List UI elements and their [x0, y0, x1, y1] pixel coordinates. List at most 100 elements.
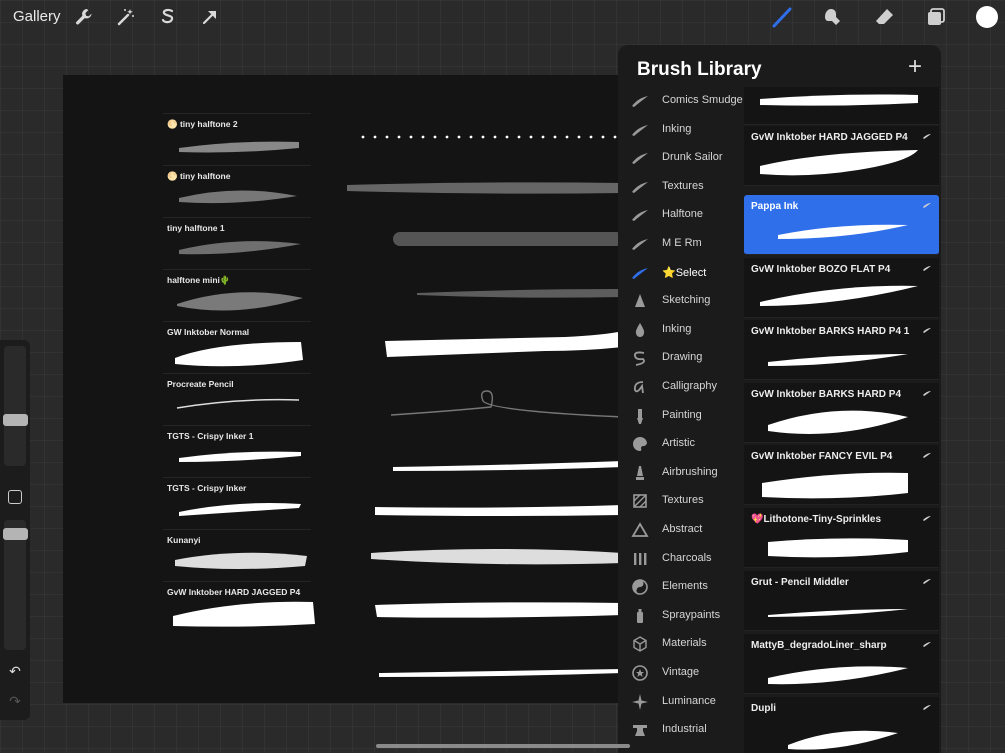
brush-set-label: Drawing: [662, 351, 703, 364]
layers-icon[interactable]: [925, 6, 947, 28]
ink-band: [393, 461, 623, 471]
stroke-preview-icon: [923, 203, 931, 208]
brush-set-item[interactable]: Inking: [618, 116, 744, 144]
brush-card[interactable]: GvW Inktober FANCY EVIL P4: [744, 445, 939, 505]
brush-card[interactable]: GvW Inktober BARKS HARD P4: [744, 383, 939, 443]
pencil-tip-icon: [630, 292, 650, 310]
brush-card[interactable]: Grut - Pencil Middler: [744, 571, 939, 631]
smudge-icon[interactable]: [822, 6, 844, 28]
transform-arrow-icon[interactable]: [199, 6, 221, 28]
brush-card[interactable]: GvW Inktober BOZO FLAT P4: [744, 258, 939, 318]
sparkle-icon: [630, 693, 650, 711]
ink-band: [375, 505, 623, 516]
brush-card[interactable]: [744, 87, 939, 125]
brush-set-item[interactable]: Abstract: [618, 516, 744, 544]
stroke-active-icon: [630, 264, 650, 282]
pencil-stroke: [176, 398, 300, 409]
brush-preview: [760, 150, 918, 176]
brush-set-item[interactable]: Spraypaints: [618, 602, 744, 630]
brush-set-label: Luminance: [662, 694, 716, 707]
brush-card[interactable]: Pappa Ink: [744, 195, 939, 255]
brush-set-item[interactable]: Industrial: [618, 716, 744, 744]
ink-stroke: [179, 503, 301, 516]
brush-set-item[interactable]: Sketching: [618, 287, 744, 315]
wrench-icon[interactable]: [73, 6, 95, 28]
drawing-canvas[interactable]: 🌕 tiny halftone 2 🌕 tiny halftone tiny h…: [63, 75, 623, 703]
brush-set-item[interactable]: ⭐Select: [618, 259, 744, 287]
cube-icon: [630, 635, 650, 653]
brush-set-label: Textures: [662, 179, 704, 192]
brush-card[interactable]: Dupli: [744, 697, 939, 753]
brush-preview: [768, 410, 908, 434]
stroke-preview-icon: [923, 453, 931, 458]
brush-card[interactable]: GvW Inktober BARKS HARD P4 1: [744, 320, 939, 380]
gallery-button[interactable]: Gallery: [13, 8, 61, 25]
color-swatch-icon[interactable]: [976, 6, 998, 28]
ink-drop-icon: [630, 321, 650, 339]
stroke-sample: TGTS - Crispy Inker: [163, 477, 311, 527]
stroke-icon: [630, 92, 650, 110]
brush-set-item[interactable]: M E Rm: [618, 230, 744, 258]
squiggle-icon: [630, 349, 650, 367]
brush-card[interactable]: 💖Lithotone-Tiny-Sprinkles: [744, 508, 939, 568]
brush-set-item[interactable]: Comics Smudge: [618, 87, 744, 115]
brush-set-item[interactable]: Vintage: [618, 659, 744, 687]
stroke-sample: 🌕 tiny halftone: [163, 165, 311, 215]
yin-yang-icon: [630, 578, 650, 596]
charcoal-bars-icon: [630, 550, 650, 568]
brush-set-item[interactable]: Inking: [618, 316, 744, 344]
brush-name: 💖Lithotone-Tiny-Sprinkles: [751, 514, 882, 525]
undo-icon[interactable]: ↶: [6, 662, 24, 680]
brush-preview: [760, 94, 918, 106]
opacity-thumb[interactable]: [3, 528, 28, 540]
brush-set-item[interactable]: Materials: [618, 630, 744, 658]
stroke-sample: GW Inktober Normal: [163, 321, 311, 371]
brush-set-label: Vintage: [662, 666, 700, 678]
stroke-preview-icon: [923, 391, 931, 396]
halftone-stroke: [179, 241, 301, 255]
selection-s-icon[interactable]: [157, 6, 179, 28]
halftone-stroke: [177, 292, 303, 311]
brush-set-item[interactable]: Elements: [618, 573, 744, 601]
halftone-band: [393, 232, 623, 246]
brush-set-item[interactable]: Airbrushing: [618, 459, 744, 487]
stroke-sample: halftone mini🌵: [163, 269, 311, 319]
brush-set-label: ⭐Select: [662, 266, 707, 279]
brush-set-item[interactable]: Calligraphy: [618, 373, 744, 401]
plus-icon[interactable]: +: [905, 55, 925, 79]
stroke-icon: [630, 235, 650, 253]
brush-card[interactable]: MattyB_degradoLiner_sharp: [744, 634, 939, 694]
stroke-sample: 🌕 tiny halftone 2: [163, 113, 311, 163]
brush-set-item[interactable]: Textures: [618, 173, 744, 201]
brush-set-item[interactable]: Textures: [618, 487, 744, 515]
brush-set-label: Calligraphy: [662, 380, 718, 392]
brush-set-label: Industrial: [662, 723, 707, 736]
brush-card[interactable]: GvW Inktober HARD JAGGED P4: [744, 126, 939, 186]
eraser-icon[interactable]: [874, 6, 896, 28]
brush-set-item[interactable]: Luminance: [618, 688, 744, 716]
brush-set-item[interactable]: Halftone: [618, 201, 744, 229]
stroke-sample: tiny halftone 1: [163, 217, 311, 267]
stroke-preview-icon: [923, 705, 931, 710]
calligraphy-a-icon: [630, 378, 650, 396]
brush-name: MattyB_degradoLiner_sharp: [751, 640, 887, 651]
brush-preview: [768, 538, 908, 558]
brush-set-item[interactable]: Painting: [618, 402, 744, 430]
brush-set-label: Inking: [662, 322, 692, 335]
brush-name: GvW Inktober FANCY EVIL P4: [751, 451, 893, 462]
brush-set-item[interactable]: Drawing: [618, 344, 744, 372]
brush-size-slider[interactable]: [4, 346, 26, 466]
redo-icon[interactable]: ↷: [6, 692, 24, 710]
anvil-icon: [630, 721, 650, 739]
brush-set-item[interactable]: Charcoals: [618, 545, 744, 573]
magic-wand-icon[interactable]: [115, 6, 137, 28]
stroke-icon: [630, 121, 650, 139]
brush-name: Dupli: [751, 703, 776, 714]
brush-set-label: Artistic: [662, 437, 695, 450]
brush-size-thumb[interactable]: [3, 414, 28, 426]
brush-set-item[interactable]: Artistic: [618, 430, 744, 458]
modify-button[interactable]: [8, 490, 22, 504]
brush-icon[interactable]: [771, 6, 793, 28]
brush-set-item[interactable]: Drunk Sailor: [618, 144, 744, 172]
brush-name: GvW Inktober BOZO FLAT P4: [751, 264, 891, 275]
